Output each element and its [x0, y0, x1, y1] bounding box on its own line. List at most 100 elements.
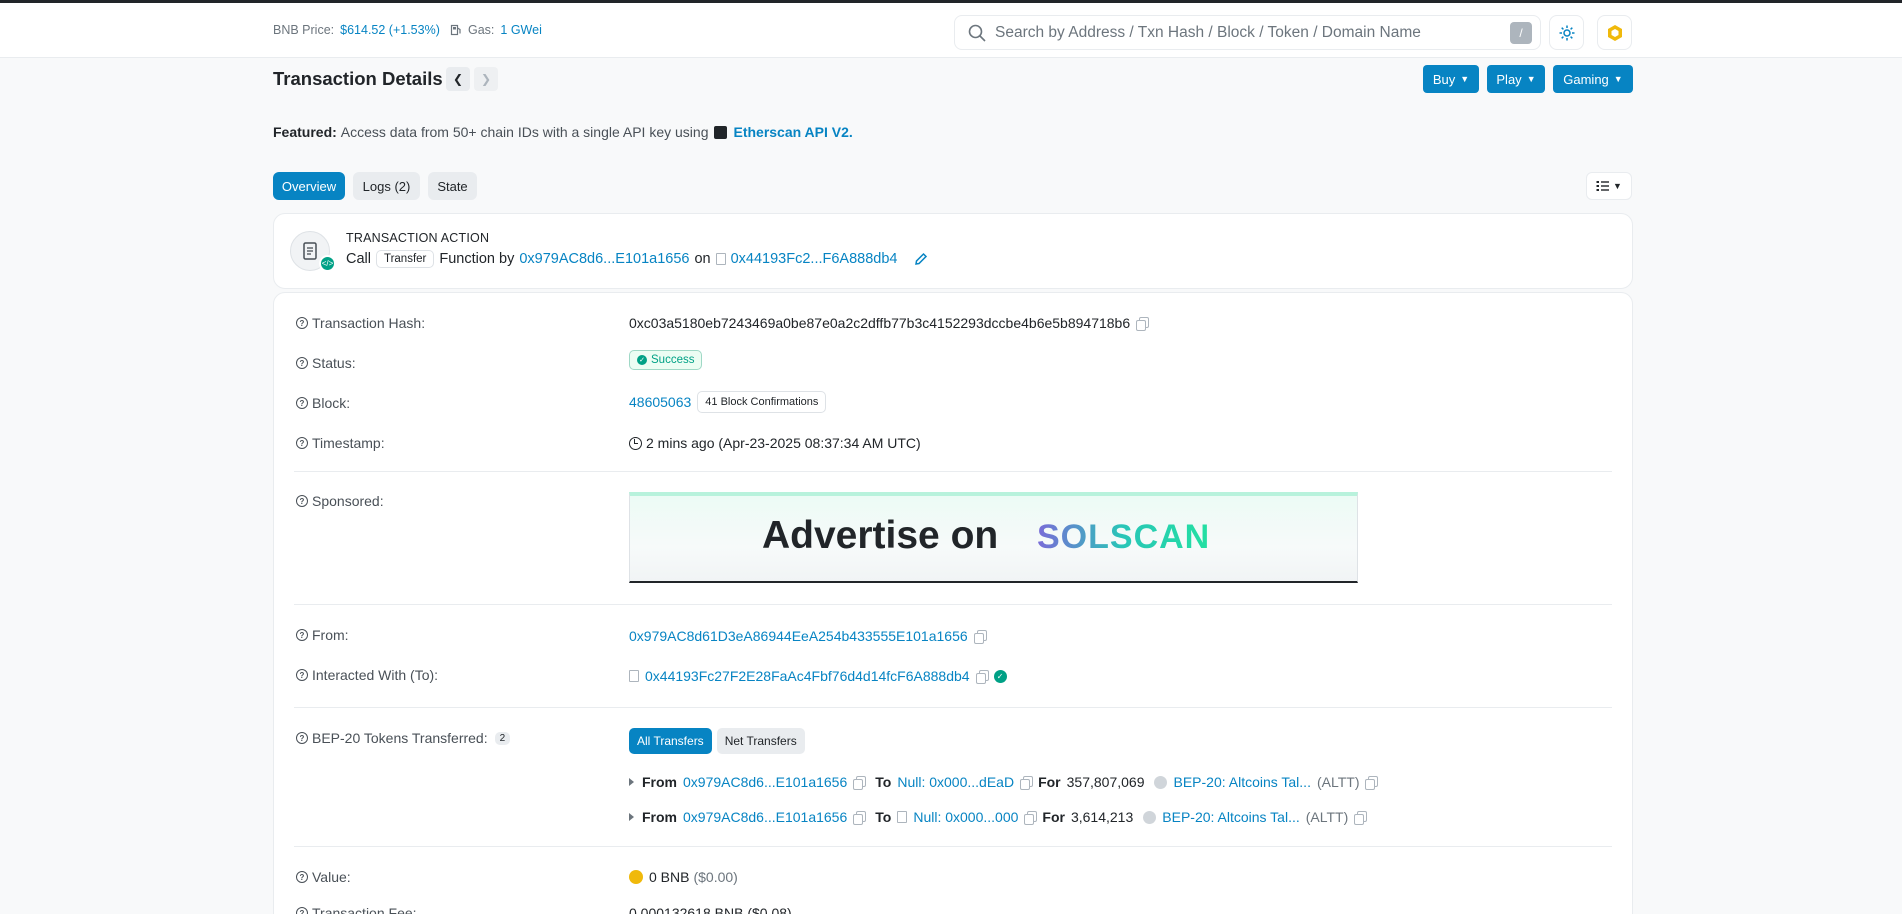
help-icon[interactable]: ?	[296, 669, 308, 681]
gaming-menu-button[interactable]: Gaming ▼	[1553, 65, 1633, 93]
search-box[interactable]: /	[954, 15, 1541, 50]
token-link[interactable]: BEP-20: Altcoins Tal...	[1173, 774, 1310, 790]
search-icon	[968, 24, 986, 42]
divider	[294, 707, 1612, 708]
search-input[interactable]	[995, 23, 1495, 42]
token-icon	[1154, 775, 1168, 789]
gas-label: Gas:	[468, 23, 495, 37]
help-icon[interactable]: ?	[296, 629, 308, 641]
for-word: For	[1038, 774, 1061, 790]
from-address-link[interactable]: 0x979AC8d61D3eA86944EeA254b433555E101a16…	[629, 628, 968, 644]
chevron-down-icon: ▼	[1613, 181, 1622, 191]
tx-hash-value: 0xc03a5180eb7243469a0be87e0a2c2dffb77b3c…	[629, 315, 1131, 331]
transfer-from-link[interactable]: 0x979AC8d6...E101a1656	[683, 774, 847, 790]
method-tag: Transfer	[375, 250, 435, 268]
tokens-count-badge: 2	[494, 731, 511, 745]
play-menu-label: Play	[1496, 71, 1522, 87]
transaction-details-card: ? Transaction Hash: 0xc03a5180eb7243469a0…	[273, 292, 1633, 914]
block-number-link[interactable]: 48605063	[629, 394, 691, 410]
help-icon[interactable]: ?	[296, 397, 308, 409]
caret-right-icon[interactable]	[629, 813, 634, 821]
copy-icon[interactable]	[1024, 811, 1038, 825]
to-address-link[interactable]: 0x44193Fc27F2E28FaAc4Fbf76d4d14fcF6A888d…	[645, 668, 970, 684]
token-symbol: (ALTT)	[1316, 774, 1360, 790]
block-confirmations-badge: 41 Block Confirmations	[697, 391, 827, 413]
bnb-price-value[interactable]: $614.52 (+1.53%)	[340, 23, 440, 37]
chevron-right-icon: ❯	[480, 72, 492, 86]
gas-pump-icon	[450, 24, 461, 36]
chevron-down-icon: ▼	[1460, 74, 1470, 84]
all-transfers-button[interactable]: All Transfers	[629, 728, 712, 754]
copy-icon[interactable]	[853, 776, 867, 790]
next-transaction-button[interactable]: ❯	[474, 67, 498, 91]
value-label-row: ? Value:	[296, 869, 351, 885]
help-icon[interactable]: ?	[296, 732, 308, 744]
from-row: 0x979AC8d61D3eA86944EeA254b433555E101a16…	[629, 628, 987, 644]
token-transfer-row: From 0x979AC8d6...E101a1656 To Null: 0x0…	[629, 774, 1379, 790]
copy-icon[interactable]	[853, 811, 867, 825]
featured-label: Featured:	[273, 124, 337, 140]
from-word: From	[642, 774, 677, 790]
tab-state[interactable]: State	[428, 172, 477, 200]
from-label: From:	[312, 627, 349, 643]
block-row: 48605063 41 Block Confirmations	[629, 391, 827, 413]
tx-hash-label: Transaction Hash:	[312, 315, 426, 331]
tab-logs[interactable]: Logs (2)	[353, 172, 420, 200]
fee-row: 0.000132618 BNB ($0.08)	[629, 905, 792, 914]
chevron-down-icon: ▼	[1613, 74, 1623, 84]
transfer-from-link[interactable]: 0x979AC8d6...E101a1656	[683, 809, 847, 825]
sponsored-label-row: ? Sponsored:	[296, 493, 384, 509]
token-link[interactable]: BEP-20: Altcoins Tal...	[1162, 809, 1299, 825]
edit-pencil-icon[interactable]	[914, 252, 928, 266]
theme-toggle-button[interactable]	[1549, 15, 1584, 50]
status-badge: ✓ Success	[629, 350, 703, 370]
copy-icon[interactable]	[1136, 317, 1150, 331]
value-row: 0 BNB ($0.00)	[629, 869, 738, 885]
fee-label: Transaction Fee:	[312, 905, 417, 914]
divider	[294, 471, 1612, 472]
transfer-to-link[interactable]: Null: 0x000...000	[913, 809, 1018, 825]
copy-icon[interactable]	[1354, 811, 1368, 825]
sponsored-ad-banner[interactable]: Advertise on SOLSCAN	[629, 492, 1358, 583]
contract-file-icon	[629, 670, 639, 682]
action-contract-link[interactable]: 0x44193Fc2...F6A888db4	[731, 251, 898, 267]
help-icon[interactable]: ?	[296, 437, 308, 449]
transfer-to-link[interactable]: Null: 0x000...dEaD	[897, 774, 1014, 790]
help-icon[interactable]: ?	[296, 907, 308, 914]
to-word: To	[875, 809, 892, 825]
buy-menu-button[interactable]: Buy ▼	[1423, 65, 1479, 93]
play-menu-button[interactable]: Play ▼	[1487, 65, 1545, 93]
status-row: ✓ Success	[629, 350, 703, 370]
copy-icon[interactable]	[1365, 776, 1379, 790]
help-icon[interactable]: ?	[296, 871, 308, 883]
gaming-menu-label: Gaming	[1563, 71, 1609, 87]
timestamp-value: 2 mins ago (Apr-23-2025 08:37:34 AM UTC)	[646, 435, 921, 451]
bnb-chain-icon	[1607, 24, 1622, 41]
net-transfers-button[interactable]: Net Transfers	[716, 728, 805, 754]
etherscan-api-link[interactable]: Etherscan API V2.	[733, 124, 852, 140]
solscan-logo: SOLSCAN	[1037, 518, 1211, 556]
bnb-chain-button[interactable]	[1597, 15, 1632, 50]
previous-transaction-button[interactable]: ❮	[446, 67, 470, 91]
transaction-action-label: TRANSACTION ACTION	[346, 231, 490, 245]
action-from-address-link[interactable]: 0x979AC8d6...E101a1656	[519, 251, 689, 267]
tokens-label-row: ? BEP-20 Tokens Transferred: 2	[296, 730, 511, 746]
help-icon[interactable]: ?	[296, 357, 308, 369]
token-icon	[1143, 810, 1157, 824]
token-symbol: (ALTT)	[1305, 809, 1349, 825]
block-label: Block:	[312, 395, 351, 411]
gas-value[interactable]: 1 GWei	[500, 23, 541, 37]
copy-icon[interactable]	[1020, 776, 1034, 790]
caret-right-icon[interactable]	[629, 778, 634, 786]
value-usd: ($0.00)	[693, 869, 738, 885]
copy-icon[interactable]	[975, 670, 989, 684]
tab-overview[interactable]: Overview	[273, 172, 345, 200]
view-options-button[interactable]: ▼	[1586, 172, 1632, 200]
status-value: Success	[651, 354, 695, 366]
help-icon[interactable]: ?	[296, 495, 308, 507]
contract-file-icon	[897, 811, 908, 823]
help-icon[interactable]: ?	[296, 317, 308, 329]
from-word: From	[642, 809, 677, 825]
divider	[294, 846, 1612, 847]
copy-icon[interactable]	[973, 630, 987, 644]
